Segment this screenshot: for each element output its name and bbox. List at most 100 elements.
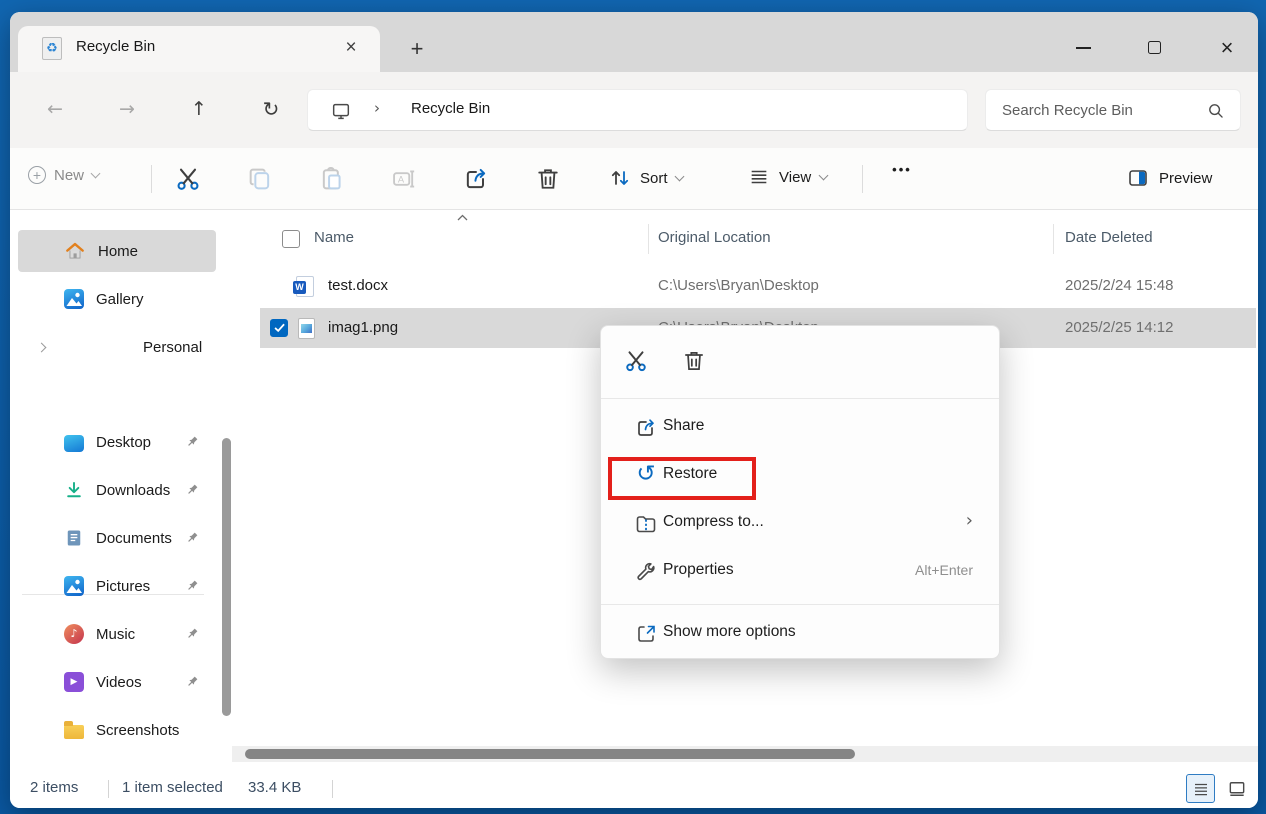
- horizontal-scrollbar[interactable]: [232, 746, 1258, 762]
- tab-title: Recycle Bin: [76, 38, 155, 55]
- address-bar[interactable]: › Recycle Bin: [307, 89, 968, 131]
- tab-close-icon[interactable]: ×: [338, 35, 364, 61]
- status-separator: [108, 780, 109, 798]
- rename-button[interactable]: A: [390, 165, 418, 193]
- copy-button[interactable]: [246, 165, 274, 193]
- large-icons-view-button[interactable]: [1222, 774, 1251, 803]
- context-menu: Share ↺ Restore Compress to... › Propert…: [600, 325, 1000, 659]
- new-tab-button[interactable]: +: [402, 34, 432, 64]
- context-compress-item[interactable]: Compress to... ›: [601, 500, 999, 548]
- sidebar-item-label: Music: [96, 626, 135, 643]
- downloads-icon: [64, 480, 84, 500]
- details-view-button[interactable]: [1186, 774, 1215, 803]
- view-button-label: View: [779, 169, 811, 186]
- menu-item-label: Share: [663, 417, 704, 435]
- sidebar-item-downloads[interactable]: Downloads: [18, 469, 216, 511]
- select-all-checkbox[interactable]: [282, 230, 300, 248]
- context-delete-button[interactable]: [681, 348, 707, 374]
- copy-icon: [246, 165, 274, 193]
- sidebar-item-music[interactable]: ♪ Music: [18, 613, 216, 655]
- file-location: C:\Users\Bryan\Desktop: [658, 277, 819, 294]
- sidebar-item-label: Pictures: [96, 578, 150, 595]
- horizontal-scrollbar-thumb[interactable]: [245, 749, 855, 759]
- chevron-right-icon: [37, 342, 47, 352]
- column-header-name[interactable]: Name: [314, 229, 354, 246]
- view-button[interactable]: View: [748, 166, 827, 188]
- navigation-bar: ← → ↑ ↻ › Recycle Bin: [10, 72, 1258, 148]
- cut-icon: [623, 348, 649, 374]
- toolbar-separator: [862, 165, 863, 193]
- check-icon: [272, 320, 287, 335]
- column-separator[interactable]: [1053, 224, 1054, 254]
- up-icon[interactable]: ↑: [183, 94, 215, 126]
- trash-icon: [534, 165, 562, 193]
- chevron-down-icon: [674, 171, 684, 181]
- restore-annotation-box: [608, 457, 756, 500]
- desktop-background: ♻ Recycle Bin × + × ← → ↑ ↻ › Recycle Bi…: [0, 0, 1266, 814]
- sidebar-item-videos[interactable]: ▶ Videos: [18, 661, 216, 703]
- delete-button[interactable]: [534, 165, 562, 193]
- column-separator[interactable]: [648, 224, 649, 254]
- context-properties-item[interactable]: Properties Alt+Enter: [601, 548, 999, 596]
- minimize-button[interactable]: [1076, 47, 1091, 49]
- view-icon: [748, 166, 770, 188]
- desktop-icon: [64, 435, 84, 452]
- search-input[interactable]: [1002, 91, 1192, 129]
- sort-button[interactable]: Sort: [608, 166, 683, 190]
- selection-count: 1 item selected: [122, 779, 223, 796]
- forward-icon[interactable]: →: [111, 94, 143, 126]
- more-options-button[interactable]: •••: [882, 162, 922, 177]
- column-header-location[interactable]: Original Location: [658, 229, 771, 246]
- pin-icon: [185, 674, 200, 689]
- share-button[interactable]: [462, 165, 490, 193]
- show-more-options-icon: [634, 622, 658, 646]
- maximize-button[interactable]: [1148, 41, 1161, 54]
- toolbar-separator: [151, 165, 152, 193]
- sidebar-item-documents[interactable]: Documents: [18, 517, 216, 559]
- command-bar: + New: [10, 148, 1258, 210]
- status-bar: 2 items 1 item selected 33.4 KB: [10, 770, 1258, 808]
- back-icon[interactable]: ←: [39, 94, 71, 126]
- sidebar-item-personal[interactable]: Personal: [18, 326, 216, 368]
- file-name: imag1.png: [328, 319, 398, 336]
- menu-item-label: Properties: [663, 561, 734, 579]
- sidebar-item-desktop[interactable]: Desktop: [18, 421, 216, 463]
- preview-icon: [1126, 166, 1150, 190]
- sidebar-scrollbar[interactable]: [222, 438, 231, 716]
- chevron-down-icon: [91, 168, 101, 178]
- context-cut-button[interactable]: [623, 348, 649, 374]
- sidebar-item-label: Gallery: [96, 291, 144, 308]
- search-box[interactable]: [985, 89, 1241, 131]
- menu-item-label: Show more options: [663, 623, 796, 641]
- breadcrumb: Recycle Bin: [411, 100, 490, 117]
- cut-button[interactable]: [174, 165, 202, 193]
- properties-icon: [634, 560, 658, 584]
- sidebar-item-label: Desktop: [96, 434, 151, 451]
- row-checkbox-checked[interactable]: [270, 319, 288, 337]
- tab-recycle-bin[interactable]: ♻ Recycle Bin ×: [18, 26, 380, 72]
- sidebar-item-label: Personal: [143, 339, 202, 356]
- navigation-pane: Home Gallery Personal Desktop: [10, 210, 232, 770]
- pin-icon: [185, 530, 200, 545]
- rename-icon: A: [390, 165, 418, 193]
- close-button[interactable]: ×: [1212, 33, 1242, 63]
- refresh-icon[interactable]: ↻: [255, 94, 287, 126]
- preview-button[interactable]: Preview: [1126, 166, 1212, 190]
- column-header-deleted[interactable]: Date Deleted: [1065, 229, 1153, 246]
- selection-size: 33.4 KB: [248, 779, 301, 796]
- sidebar-item-label: Documents: [96, 530, 172, 547]
- sidebar-item-home[interactable]: Home: [18, 230, 216, 272]
- file-date-deleted: 2025/2/24 15:48: [1065, 277, 1173, 294]
- context-show-more-item[interactable]: Show more options: [601, 610, 999, 654]
- file-date-deleted: 2025/2/25 14:12: [1065, 319, 1173, 336]
- menu-divider: [601, 604, 999, 605]
- context-share-item[interactable]: Share: [601, 404, 999, 452]
- new-button[interactable]: + New: [28, 166, 99, 184]
- sidebar-item-gallery[interactable]: Gallery: [18, 278, 216, 320]
- sidebar-item-pictures[interactable]: Pictures: [18, 565, 216, 607]
- sidebar-item-screenshots[interactable]: Screenshots: [18, 709, 216, 751]
- cut-icon: [174, 165, 202, 193]
- pin-icon: [185, 626, 200, 641]
- videos-icon: ▶: [64, 672, 84, 692]
- paste-button[interactable]: [318, 165, 346, 193]
